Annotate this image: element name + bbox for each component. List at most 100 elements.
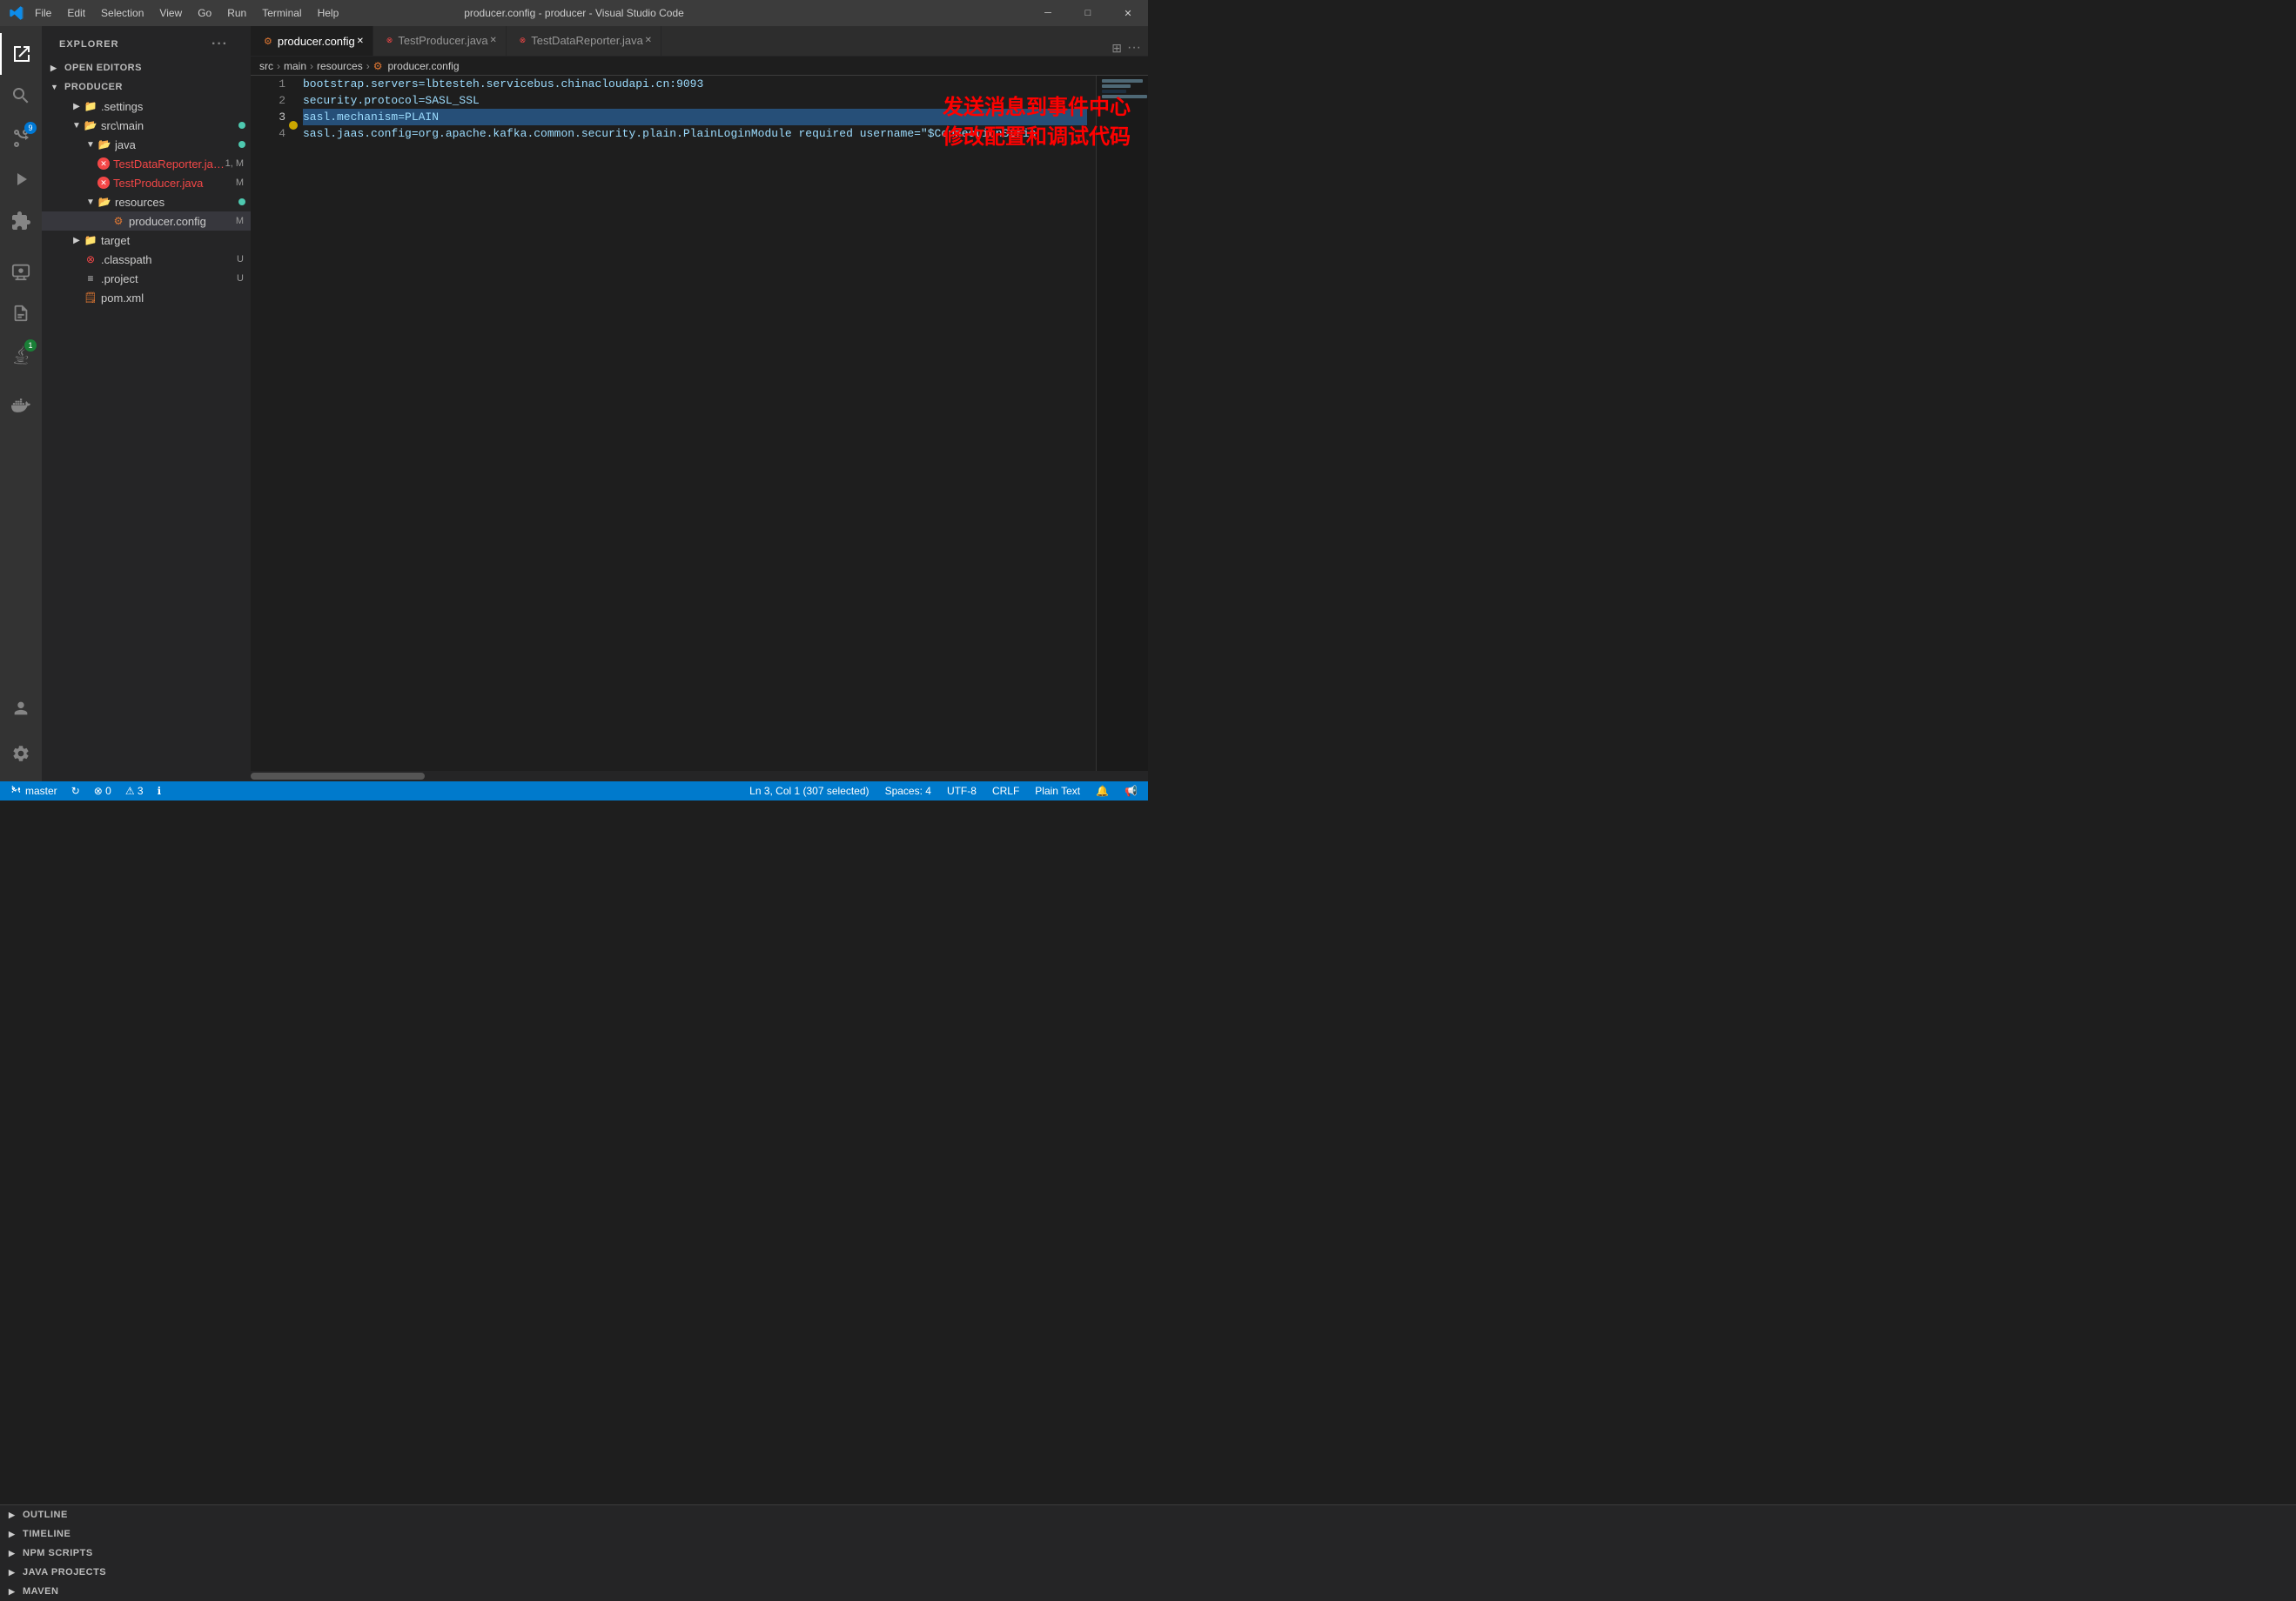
tree-item-src-main[interactable]: ▼ 📂 src\main: [42, 116, 251, 135]
activity-source-control[interactable]: 9: [0, 117, 42, 158]
breadcrumb-src[interactable]: src: [259, 60, 273, 72]
activity-java[interactable]: 1: [0, 334, 42, 376]
open-editors-section[interactable]: ▶ OPEN EDITORS: [42, 58, 251, 77]
close-button[interactable]: ✕: [1108, 0, 1148, 26]
target-folder-icon: 📁: [84, 233, 97, 247]
activity-run-debug[interactable]: [0, 158, 42, 200]
target-arrow: ▶: [70, 233, 84, 247]
menu-go[interactable]: Go: [191, 5, 218, 21]
sidebar-header: Explorer ···: [42, 26, 251, 58]
menu-selection[interactable]: Selection: [94, 5, 151, 21]
spaces-label: Spaces: 4: [885, 785, 931, 797]
tree-item-test-producer[interactable]: ✕ TestProducer.java M: [42, 173, 251, 192]
status-bar: master ↻ ⊗ 0 ⚠ 3 ℹ Ln 3, Col 1 (307 sele…: [0, 781, 1148, 800]
activity-explorer[interactable]: [0, 33, 42, 75]
src-main-dot: [238, 122, 245, 129]
split-editor-icon[interactable]: ⊞: [1111, 41, 1122, 56]
branch-name: master: [25, 785, 57, 797]
warning-count-label: ⚠ 3: [125, 785, 144, 797]
tab-close-producer-config[interactable]: ✕: [353, 34, 367, 48]
error-count-label: ⊗ 0: [94, 785, 111, 797]
more-actions-icon[interactable]: ···: [1127, 40, 1141, 56]
tab-bar: ⚙ producer.config ✕ ⊗ TestProducer.java …: [251, 26, 1148, 57]
code-line-2: security.protocol=SASL_SSL: [303, 92, 1087, 109]
tree-item-resources[interactable]: ▼ 📂 resources: [42, 192, 251, 211]
minimap[interactable]: [1096, 76, 1148, 771]
xml-icon: 🗒: [84, 291, 97, 305]
code-text-4: sasl.jaas.config=org.apache.kafka.common…: [303, 125, 1037, 142]
tree-item-test-data-reporter[interactable]: ✕ TestDataReporter.java 1, M: [42, 154, 251, 173]
resources-dot: [238, 198, 245, 205]
sync-button[interactable]: ↻: [68, 781, 84, 800]
tree-item-classpath[interactable]: ⊗ .classpath U: [42, 250, 251, 269]
titlebar: File Edit Selection View Go Run Terminal…: [0, 0, 1148, 26]
sidebar: Explorer ··· ▶ OPEN EDITORS ▼ PRODUCER ▶…: [42, 26, 251, 781]
activity-test[interactable]: [0, 292, 42, 334]
tab-test-data-reporter[interactable]: ⊗ TestDataReporter.java ✕: [507, 26, 661, 56]
menu-help[interactable]: Help: [311, 5, 346, 21]
code-line-1: bootstrap.servers=lbtesteh.servicebus.ch…: [303, 76, 1087, 92]
line-ending[interactable]: CRLF: [989, 781, 1023, 800]
info-button[interactable]: ℹ: [154, 781, 165, 800]
activity-settings[interactable]: [0, 733, 42, 774]
activity-docker[interactable]: [0, 385, 42, 426]
tab-label-producer-config: producer.config: [278, 35, 355, 48]
cursor-position[interactable]: Ln 3, Col 1 (307 selected): [746, 781, 872, 800]
menu-edit[interactable]: Edit: [60, 5, 92, 21]
maximize-button[interactable]: □: [1068, 0, 1108, 26]
menu-terminal[interactable]: Terminal: [255, 5, 308, 21]
vscode-logo-icon: [9, 5, 24, 21]
position-label: Ln 3, Col 1 (307 selected): [749, 785, 869, 797]
reporter-tab-error-icon: ⊗: [520, 36, 527, 45]
producer-tab-error-icon: ⊗: [386, 36, 393, 45]
classpath-icon: ⊗: [84, 252, 97, 266]
minimize-button[interactable]: ─: [1028, 0, 1068, 26]
menu-view[interactable]: View: [152, 5, 189, 21]
menu-run[interactable]: Run: [220, 5, 253, 21]
errors-count[interactable]: ⊗ 0: [91, 781, 115, 800]
activity-remote-explorer[interactable]: [0, 251, 42, 292]
tab-producer-config[interactable]: ⚙ producer.config ✕: [251, 26, 373, 56]
indentation[interactable]: Spaces: 4: [882, 781, 935, 800]
activity-extensions[interactable]: [0, 200, 42, 242]
breadcrumb-resources[interactable]: resources: [317, 60, 363, 72]
java-badge: 1: [24, 339, 37, 352]
breadcrumb-producer-config[interactable]: producer.config: [387, 60, 459, 72]
tab-close-test-producer[interactable]: ✕: [487, 34, 500, 48]
config-file-icon: ⚙: [111, 214, 125, 228]
tree-item-java[interactable]: ▼ 📂 java: [42, 135, 251, 154]
activity-accounts[interactable]: [0, 687, 42, 729]
config-tab-icon: ⚙: [264, 36, 272, 47]
window-controls: ─ □ ✕: [1028, 0, 1148, 26]
warnings-count[interactable]: ⚠ 3: [122, 781, 147, 800]
window-title: producer.config - producer - Visual Stud…: [464, 7, 684, 19]
activity-search[interactable]: [0, 75, 42, 117]
tree-item-target[interactable]: ▶ 📁 target: [42, 231, 251, 250]
encoding[interactable]: UTF-8: [943, 781, 980, 800]
notifications-button[interactable]: 🔔: [1092, 781, 1112, 800]
horizontal-scrollbar[interactable]: [251, 771, 1148, 781]
tree-item-producer-config[interactable]: ▶ ⚙ producer.config M: [42, 211, 251, 231]
resources-arrow: ▼: [84, 195, 97, 209]
language-mode[interactable]: Plain Text: [1031, 781, 1084, 800]
editor[interactable]: 1 2 3 4 bootstrap.servers=lbtesteh.servi…: [251, 76, 1148, 771]
sidebar-more-options[interactable]: ···: [206, 35, 233, 54]
breadcrumb-main[interactable]: main: [284, 60, 306, 72]
git-branch[interactable]: master: [7, 781, 61, 800]
tree-item-settings[interactable]: ▶ 📁 .settings: [42, 97, 251, 116]
encoding-label: UTF-8: [947, 785, 977, 797]
java-folder-icon: 📂: [97, 137, 111, 151]
line-num-1: 1: [251, 76, 285, 92]
tab-test-producer[interactable]: ⊗ TestProducer.java ✕: [373, 26, 507, 56]
java-dot: [238, 141, 245, 148]
tab-close-test-data-reporter[interactable]: ✕: [641, 34, 655, 48]
code-content[interactable]: bootstrap.servers=lbtesteh.servicebus.ch…: [294, 76, 1096, 771]
git-branch-icon: [10, 785, 23, 797]
project-icon: ≡: [84, 271, 97, 285]
broadcast-button[interactable]: 📢: [1121, 781, 1141, 800]
menu-file[interactable]: File: [28, 5, 58, 21]
tree-item-project[interactable]: ≡ .project U: [42, 269, 251, 288]
scrollbar-thumb[interactable]: [251, 773, 425, 780]
producer-section[interactable]: ▼ PRODUCER: [42, 77, 251, 97]
tree-item-pom[interactable]: 🗒 pom.xml: [42, 288, 251, 307]
